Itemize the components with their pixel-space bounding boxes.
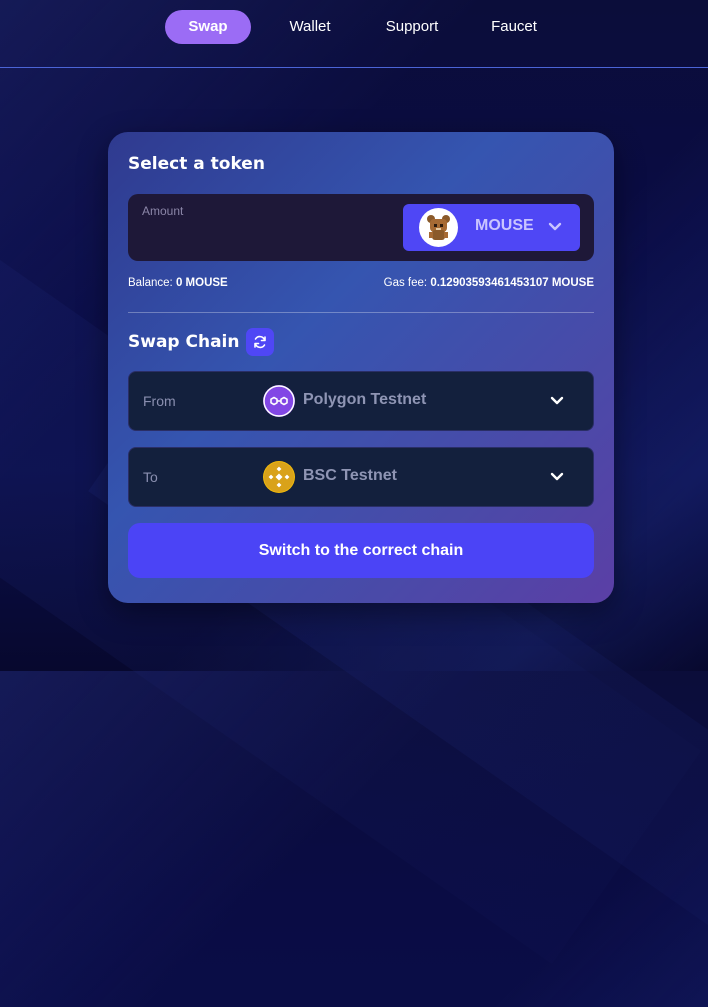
- refresh-icon: [254, 335, 266, 349]
- switch-chain-button[interactable]: Switch to the correct chain: [128, 523, 594, 578]
- divider: [128, 312, 594, 313]
- token-select[interactable]: MOUSE: [403, 204, 580, 251]
- mouse-token-icon: [419, 208, 458, 247]
- top-nav: Swap Wallet Support Faucet: [0, 0, 708, 68]
- to-label: To: [143, 469, 158, 485]
- gas-fee-label: Gas fee:: [383, 277, 428, 289]
- swap-direction-button[interactable]: [246, 328, 274, 356]
- nav-support[interactable]: Support: [376, 10, 448, 44]
- from-chain-select[interactable]: From Polygon Testnet: [128, 371, 594, 431]
- nav-swap[interactable]: Swap: [165, 10, 251, 44]
- swap-chain-title: Swap Chain: [128, 332, 240, 352]
- nav-faucet[interactable]: Faucet: [482, 10, 546, 44]
- swap-card: Select a token Amount MOUSE Balance: 0 M…: [108, 132, 614, 603]
- balance-label: Balance:: [128, 277, 173, 289]
- balance-value: 0 MOUSE: [175, 277, 228, 289]
- to-chain-name: BSC Testnet: [303, 467, 397, 484]
- bsc-icon: [263, 461, 295, 493]
- amount-box: Amount MOUSE: [128, 194, 594, 261]
- chevron-down-icon: [547, 218, 563, 238]
- to-chain-select[interactable]: To BSC Testnet: [128, 447, 594, 507]
- chevron-down-icon: [549, 468, 565, 488]
- token-name: MOUSE: [475, 217, 534, 234]
- polygon-icon: [263, 385, 295, 417]
- nav-wallet[interactable]: Wallet: [280, 10, 340, 44]
- from-chain-name: Polygon Testnet: [303, 391, 427, 408]
- gas-fee-row: Gas fee: 0.12903593461453107 MOUSE: [384, 277, 594, 289]
- chevron-down-icon: [549, 392, 565, 412]
- amount-label: Amount: [142, 204, 184, 218]
- gas-fee-value: 0.12903593461453107 MOUSE: [430, 277, 594, 289]
- from-label: From: [143, 393, 176, 409]
- amount-input[interactable]: [142, 224, 386, 252]
- balance-row: Balance: 0 MOUSE: [128, 277, 228, 289]
- select-token-title: Select a token: [128, 154, 265, 174]
